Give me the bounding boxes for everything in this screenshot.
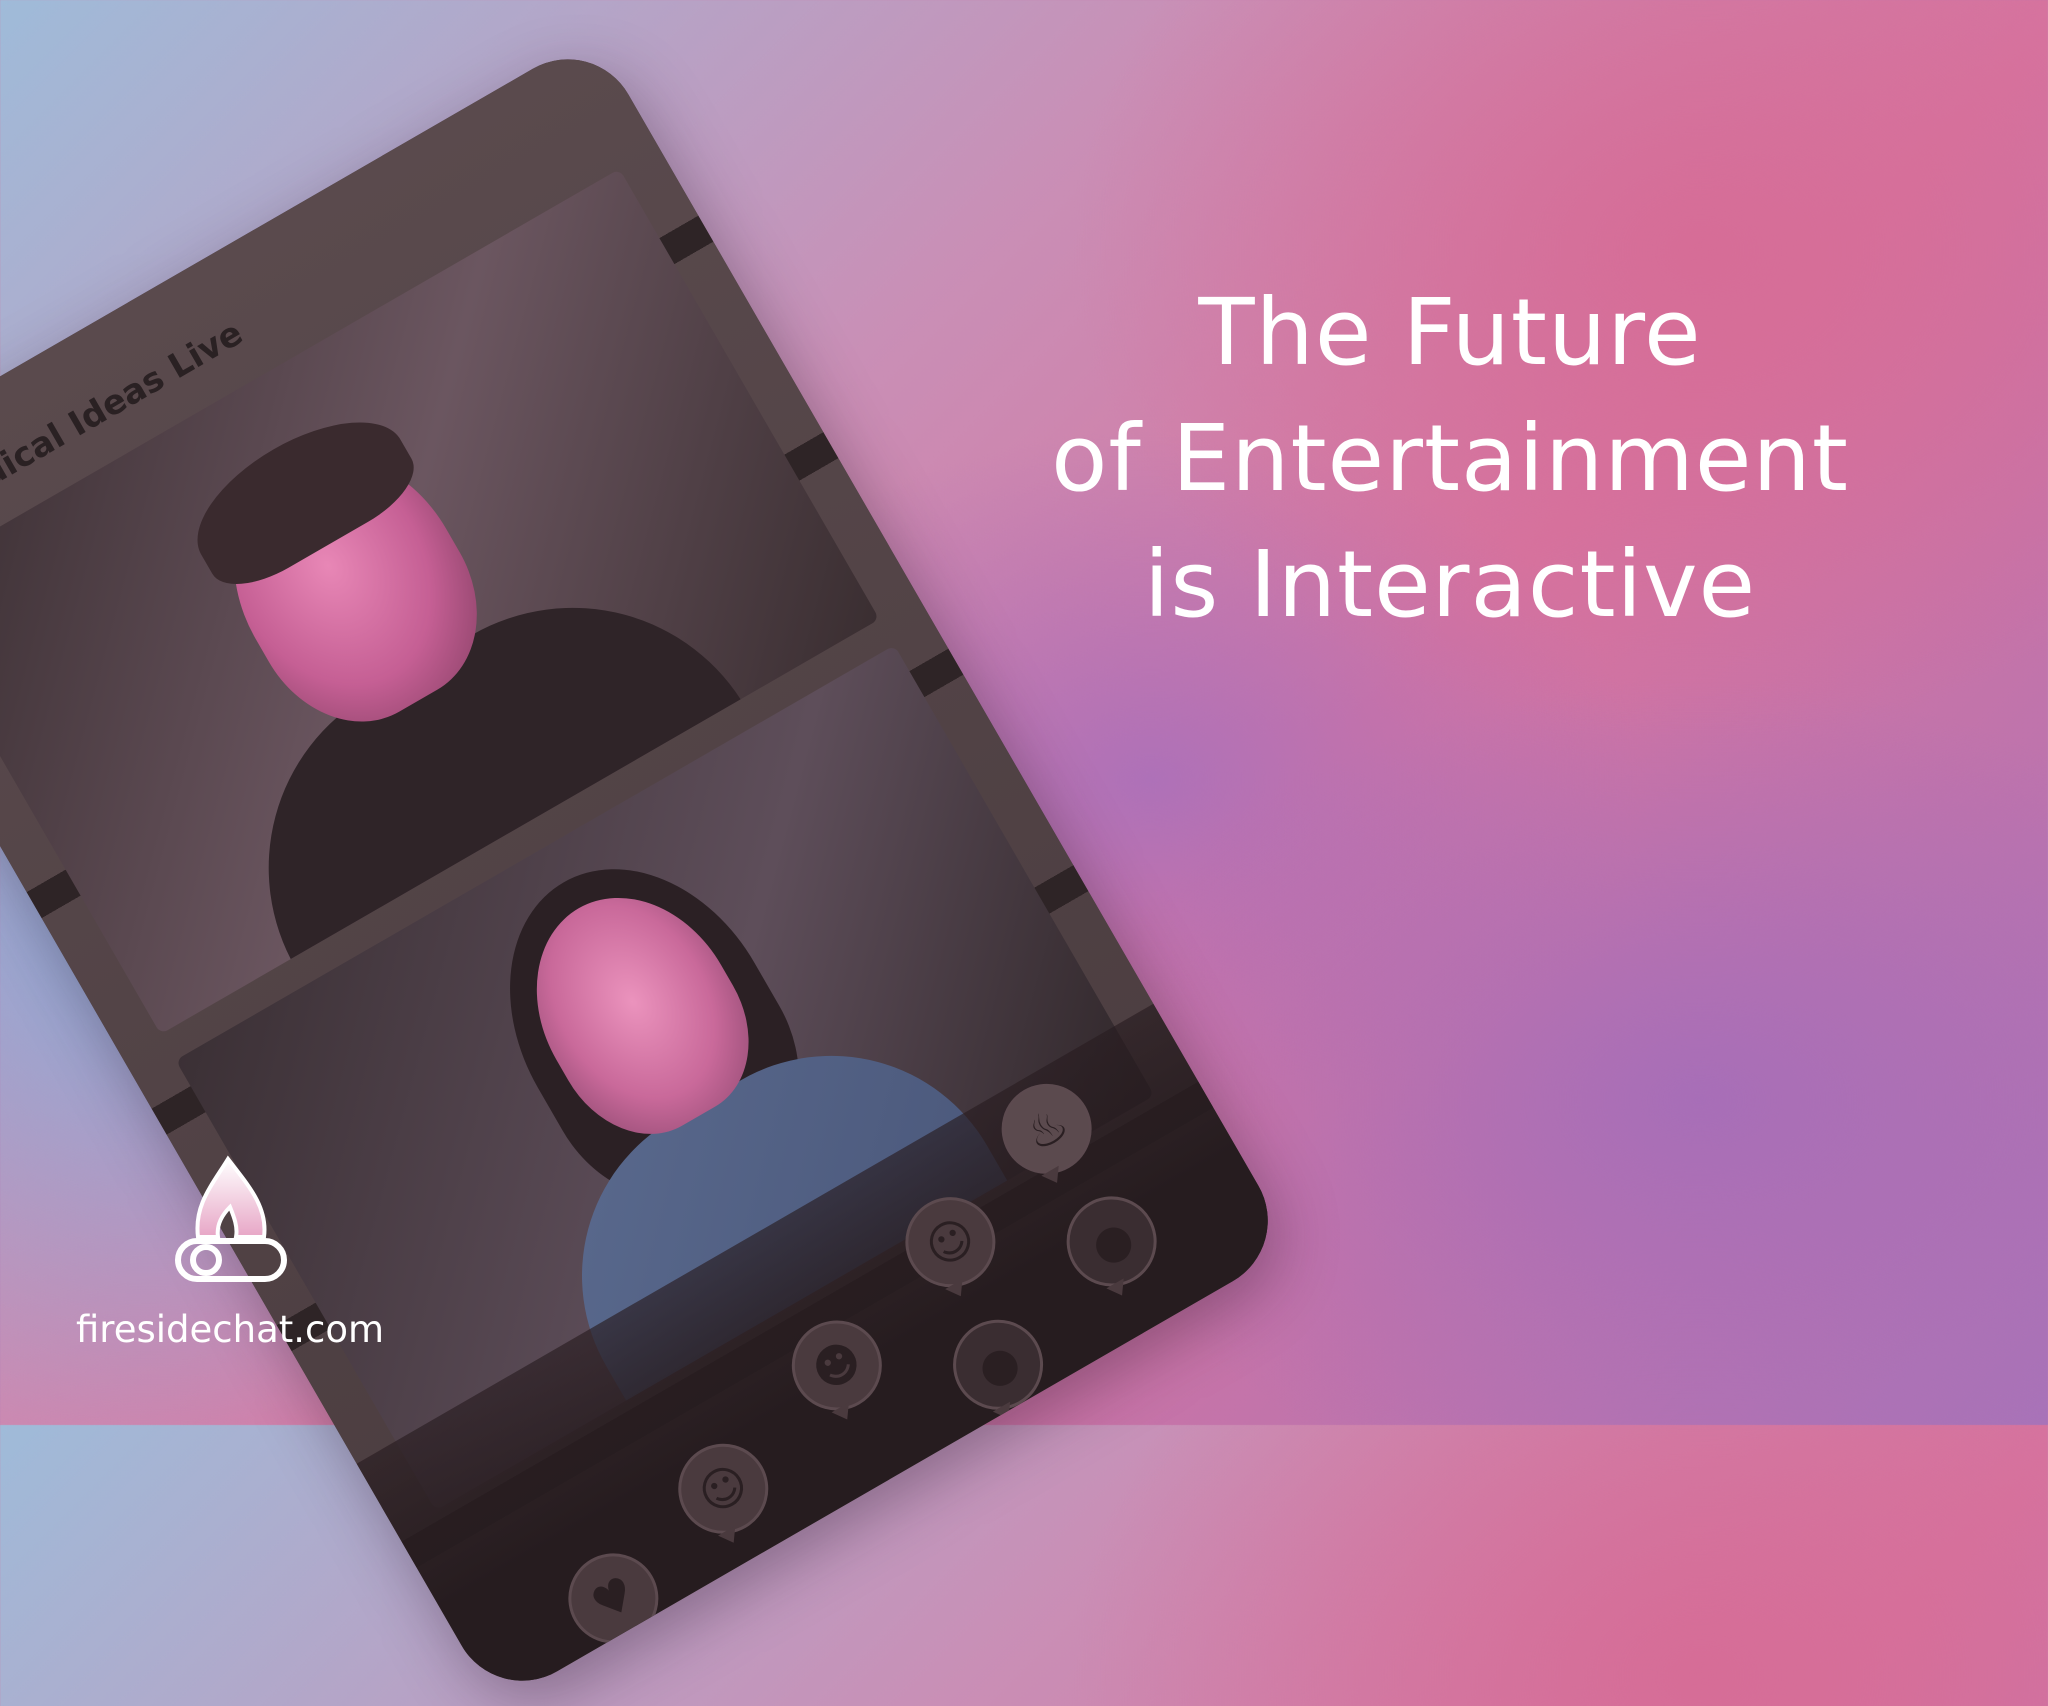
headline-line-3: is Interactive [1143, 531, 1757, 638]
headline-line-2: of Entertainment [1051, 405, 1849, 512]
headline-line-1: The Future [1198, 279, 1702, 386]
brand-url[interactable]: firesidechat.com [76, 1308, 384, 1351]
crying-face-icon[interactable]: ☺ [661, 1427, 785, 1551]
surprised-face-icon[interactable]: ● [1050, 1179, 1174, 1303]
heart-icon[interactable]: ♥ [551, 1536, 675, 1660]
smile-face-icon[interactable]: ☺ [888, 1180, 1012, 1304]
flame-logo-icon [175, 1155, 287, 1282]
headline: The Future of Entertainment is Interacti… [960, 270, 1940, 648]
happy-face-icon[interactable]: ☻ [775, 1303, 899, 1427]
ghost-face-icon[interactable]: ● [936, 1303, 1060, 1427]
